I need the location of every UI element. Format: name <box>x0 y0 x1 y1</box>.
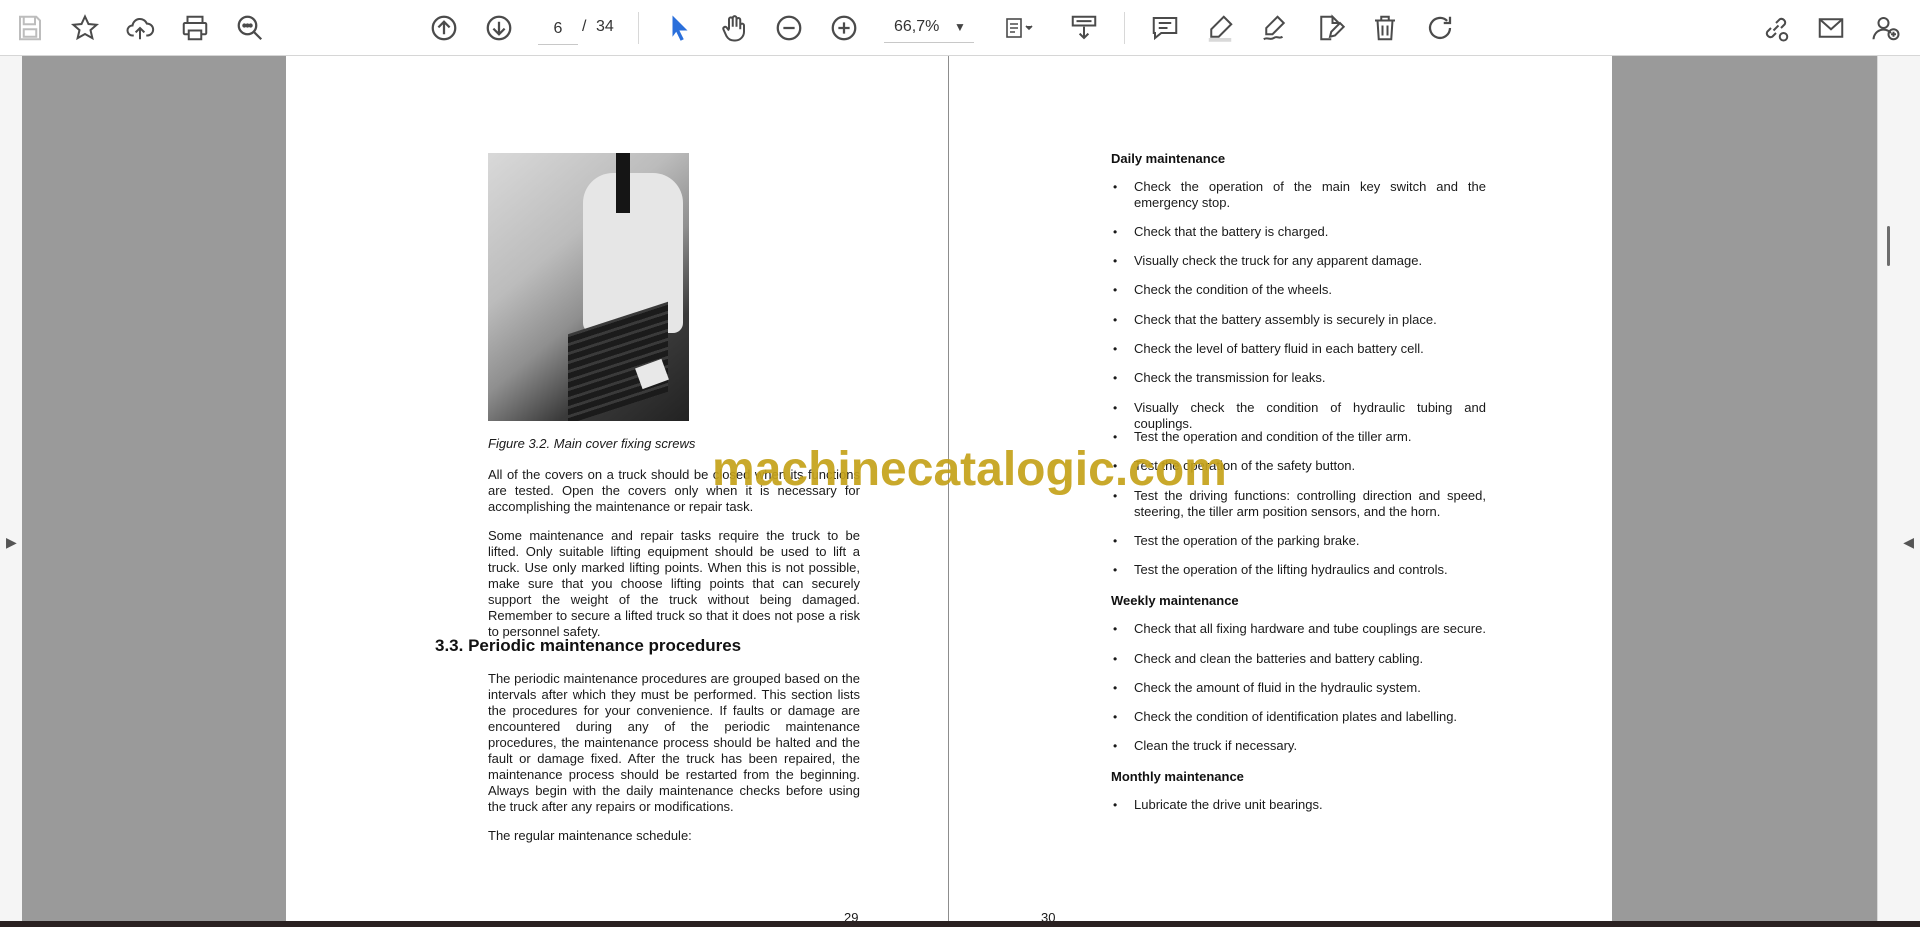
figure-photo <box>488 153 689 421</box>
list-bullet: • <box>1113 342 1118 356</box>
list-bullet: • <box>1113 681 1118 695</box>
list-item: Check the level of battery fluid in each… <box>1134 341 1424 356</box>
list-bullet: • <box>1113 225 1118 239</box>
weekly-maintenance-heading: Weekly maintenance <box>1111 593 1239 608</box>
daily-maintenance-heading: Daily maintenance <box>1111 151 1226 166</box>
draw-signature-icon[interactable] <box>1255 8 1295 48</box>
email-icon[interactable] <box>1811 8 1851 48</box>
list-item: Check and clean the batteries and batter… <box>1134 651 1424 666</box>
list-item: Check that the battery is charged. <box>1134 224 1329 239</box>
paragraph: Some maintenance and repair tasks requir… <box>488 528 860 639</box>
list-bullet: • <box>1113 710 1118 724</box>
bottom-bar <box>0 921 1920 927</box>
list-bullet: • <box>1113 283 1118 297</box>
list-bullet: • <box>1113 739 1118 753</box>
scrollbar-thumb[interactable] <box>1887 226 1890 266</box>
list-bullet: • <box>1113 313 1118 327</box>
right-panel-rail: ◀ <box>1877 56 1920 921</box>
edit-doc-icon[interactable] <box>1310 8 1350 48</box>
zoom-value: 66,7% <box>894 18 940 35</box>
print-icon[interactable] <box>175 8 215 48</box>
list-bullet: • <box>1113 401 1118 415</box>
list-item: Check that all fixing hardware and tube … <box>1134 621 1486 636</box>
watermark-text: machinecatalogic.com <box>712 443 1227 496</box>
page-down-icon[interactable] <box>479 8 519 48</box>
list-bullet: • <box>1113 180 1118 194</box>
chevron-down-icon: ▼ <box>954 20 966 34</box>
select-arrow-icon[interactable] <box>660 8 700 48</box>
list-item: Visually check the truck for any apparen… <box>1134 253 1423 268</box>
list-bullet: • <box>1113 798 1118 812</box>
highlight-pen-icon[interactable] <box>1200 8 1240 48</box>
scroll-mode-icon[interactable] <box>1064 8 1104 48</box>
expand-right-panel-icon[interactable]: ◀ <box>1903 534 1914 551</box>
page-number-input[interactable] <box>538 14 578 45</box>
zoom-out-icon[interactable] <box>769 8 809 48</box>
list-item: Check the condition of identification pl… <box>1134 709 1458 724</box>
add-user-icon[interactable] <box>1866 8 1906 48</box>
left-panel-rail: ▶ <box>0 56 23 921</box>
share-link-icon[interactable] <box>1756 8 1796 48</box>
section-heading: 3.3. Periodic maintenance procedures <box>435 636 742 655</box>
toolbar-divider <box>1124 12 1125 44</box>
hand-pan-icon[interactable] <box>714 8 754 48</box>
list-bullet: • <box>1113 563 1118 577</box>
list-item: Clean the truck if necessary. <box>1134 738 1298 753</box>
list-bullet: • <box>1113 622 1118 636</box>
zoom-in-icon[interactable] <box>824 8 864 48</box>
fit-page-icon[interactable] <box>994 8 1044 48</box>
save-icon[interactable] <box>10 8 50 48</box>
paragraph: The regular maintenance schedule: <box>488 828 692 843</box>
list-item: Lubricate the drive unit bearings. <box>1134 797 1323 812</box>
page-up-icon[interactable] <box>424 8 464 48</box>
page-separator: / <box>582 18 587 35</box>
page-number: 29 <box>844 910 859 921</box>
list-bullet: • <box>1113 371 1118 385</box>
list-item: Visually check the condition of hydrauli… <box>1134 400 1486 431</box>
zoom-search-icon[interactable] <box>230 8 270 48</box>
list-item: Test the operation of the lifting hydrau… <box>1134 562 1448 577</box>
expand-left-panel-icon[interactable]: ▶ <box>6 534 17 551</box>
page-total: 34 <box>596 18 614 35</box>
toolbar: / 34 66,7% ▼ <box>0 0 1920 56</box>
list-item: Check the transmission for leaks. <box>1134 370 1326 385</box>
upload-cloud-icon[interactable] <box>120 8 160 48</box>
delete-trash-icon[interactable] <box>1365 8 1405 48</box>
rotate-icon[interactable] <box>1420 8 1460 48</box>
list-item: Check the amount of fluid in the hydraul… <box>1134 680 1421 695</box>
list-item: Check the operation of the main key swit… <box>1134 179 1486 210</box>
list-bullet: • <box>1113 652 1118 666</box>
list-item: Test the operation of the parking brake. <box>1134 533 1360 548</box>
paragraph: The periodic maintenance procedures are … <box>488 671 860 814</box>
page-number: 30 <box>1041 910 1056 921</box>
list-bullet: • <box>1113 254 1118 268</box>
comment-icon[interactable] <box>1145 8 1185 48</box>
list-bullet: • <box>1113 534 1118 548</box>
list-item: Check that the battery assembly is secur… <box>1134 312 1437 327</box>
zoom-dropdown[interactable]: 66,7% ▼ <box>884 14 974 43</box>
toolbar-divider <box>638 12 639 44</box>
bookmark-star-icon[interactable] <box>65 8 105 48</box>
list-item: Check the condition of the wheels. <box>1134 282 1333 297</box>
monthly-maintenance-heading: Monthly maintenance <box>1111 769 1244 784</box>
